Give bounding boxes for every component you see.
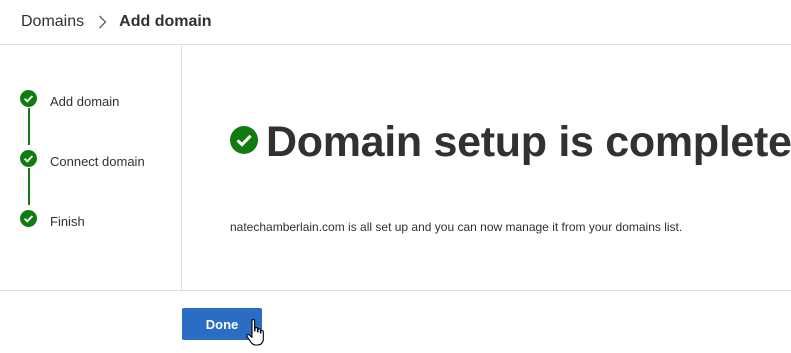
step-connector-line <box>28 108 30 145</box>
chevron-right-icon <box>98 15 107 29</box>
check-circle-icon <box>230 126 258 159</box>
step-add-domain: Add domain <box>20 90 119 112</box>
breadcrumb-domains-link[interactable]: Domains <box>21 13 84 31</box>
breadcrumb: Domains Add domain <box>0 0 791 45</box>
wizard-steps-panel: Add domain Connect domain Finish <box>0 46 182 290</box>
check-circle-icon <box>20 90 37 112</box>
completion-message: natechamberlain.com is all set up and yo… <box>230 220 683 234</box>
step-label: Connect domain <box>50 153 145 169</box>
step-finish: Finish <box>20 210 85 232</box>
step-connector-line <box>28 168 30 205</box>
step-label: Add domain <box>50 93 120 109</box>
footer-divider <box>0 290 791 291</box>
check-circle-icon <box>20 150 37 172</box>
page-title: Domain setup is complete <box>266 118 791 166</box>
check-circle-icon <box>20 210 37 232</box>
step-connect-domain: Connect domain <box>20 150 145 172</box>
main-content: Domain setup is complete natechamberlain… <box>183 46 791 290</box>
page-title-row: Domain setup is complete <box>230 118 791 167</box>
step-label: Finish <box>50 213 85 229</box>
breadcrumb-current: Add domain <box>119 13 212 30</box>
